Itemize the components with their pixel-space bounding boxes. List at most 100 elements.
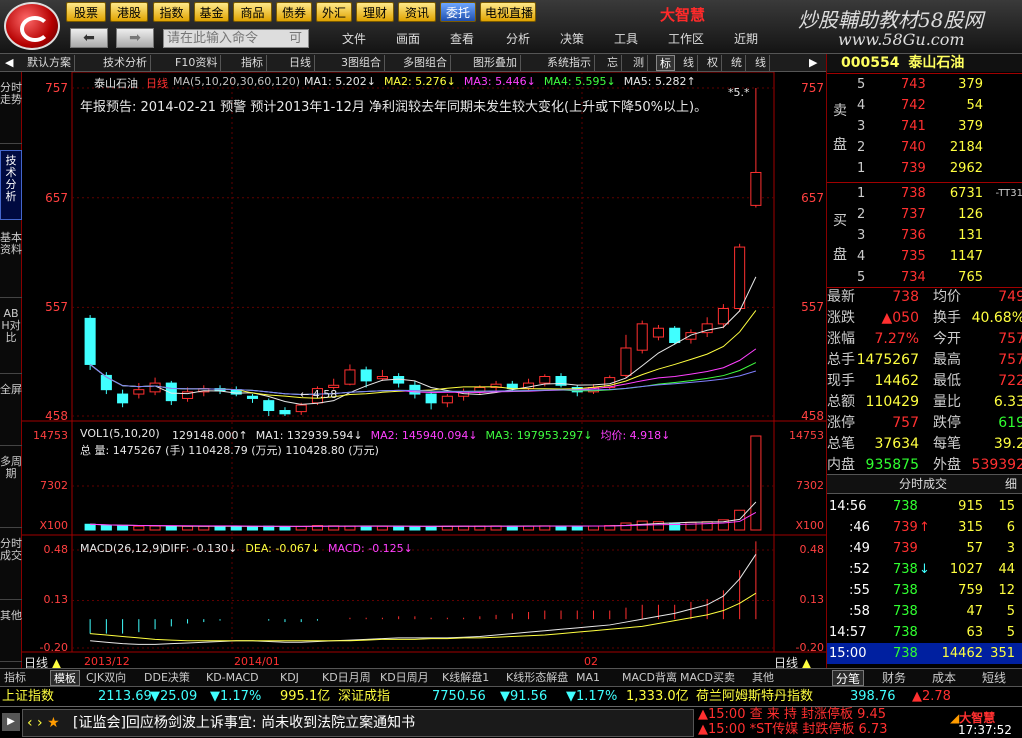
price-axis-label-left: 458	[45, 409, 68, 423]
chart-tool-button[interactable]: 权	[704, 55, 722, 71]
menu-item[interactable]: 决策	[560, 30, 584, 47]
legend-value: 129148.000↑	[172, 429, 248, 442]
chart-tool-button[interactable]: 忘	[604, 55, 622, 71]
menu-item[interactable]: 工作区	[668, 30, 704, 47]
indicator-tab[interactable]: K线解盘1	[442, 670, 489, 686]
chart-tool-button[interactable]: 线	[680, 55, 698, 71]
market-button[interactable]: 商品	[233, 2, 272, 22]
toolbar-scroll-left-icon[interactable]: ◀	[2, 55, 16, 71]
legend-value: MA5: 5.282↑	[623, 75, 696, 88]
menu-item[interactable]: 分析	[506, 30, 530, 47]
ask-row[interactable]: 5 743 379	[827, 75, 1022, 95]
kline-chart-area[interactable]: 泰山石油 日线 MA(5,10,20,30,60,120) MA1: 5.202…	[22, 72, 826, 670]
market-button[interactable]: 外汇	[316, 2, 352, 22]
market-button[interactable]: 基金	[194, 2, 229, 22]
chart-tool-button[interactable]: 默认方案	[24, 55, 75, 71]
bid-row[interactable]: 4 735 1147	[827, 247, 1022, 267]
indicator-tab[interactable]: 指标	[4, 670, 26, 686]
chart-tool-button[interactable]: 系统指示	[544, 55, 595, 71]
app-logo[interactable]	[4, 2, 60, 50]
view-tab[interactable]: 分时走势	[0, 78, 22, 144]
ask-row[interactable]: 3 741 379	[827, 117, 1022, 137]
indicator-tab[interactable]: KD日月周	[322, 670, 371, 686]
indicator-tab[interactable]: DDE决策	[144, 670, 190, 686]
view-tab[interactable]: 基本资料	[0, 228, 22, 298]
bid-row[interactable]: 1 738 6731 -TT31	[827, 184, 1022, 204]
quote-tab[interactable]: 财务	[882, 670, 906, 686]
bid-row[interactable]: 5 734 765	[827, 268, 1022, 288]
volume-bar	[750, 435, 762, 531]
quote-tab[interactable]: 分笔	[832, 670, 865, 686]
chart-tool-button[interactable]: 指标	[238, 55, 267, 71]
menu-item[interactable]: 画面	[396, 30, 420, 47]
indicator-tab[interactable]: MACD背离	[622, 670, 677, 686]
index-name[interactable]: 荷兰阿姆斯特丹指数	[696, 687, 813, 707]
view-tab[interactable]: 全屏	[0, 380, 22, 446]
quote-tab[interactable]: 成本	[932, 670, 956, 686]
menu-item[interactable]: 近期	[734, 30, 758, 47]
toolbar-scroll-right-icon[interactable]: ▶	[806, 55, 820, 71]
chart-tool-button[interactable]: 3图组合	[338, 55, 385, 71]
market-button[interactable]: 理财	[356, 2, 394, 22]
chart-tool-button[interactable]: 图形叠加	[470, 55, 521, 71]
indicator-tab[interactable]: MA1	[576, 670, 600, 686]
chart-tool-button[interactable]: 标	[656, 55, 675, 71]
candle-body	[734, 246, 746, 309]
indicator-tab[interactable]: KDJ	[280, 670, 299, 686]
indicator-tab[interactable]: MACD买卖	[680, 670, 735, 686]
volume-axis-label-right: 14753	[789, 429, 824, 442]
candle-body	[295, 404, 307, 413]
chart-tool-button[interactable]: 多图组合	[400, 55, 451, 71]
menu-item[interactable]: 工具	[614, 30, 638, 47]
ask-row[interactable]: 1 739 2962	[827, 159, 1022, 179]
bid-row[interactable]: 3 736 131	[827, 226, 1022, 246]
chart-tool-button[interactable]: F10资料	[172, 55, 222, 71]
market-button[interactable]: 委托	[440, 2, 476, 22]
news-bar: ▶ ‹ › ★ [证监会]回应杨剑波上诉事宜: 尚未收到法院立案通知书 ▲15:…	[0, 706, 1022, 738]
indicator-tab[interactable]: K线形态解盘	[506, 670, 568, 686]
view-tab[interactable]: ABH对比	[0, 304, 22, 374]
quote-tab[interactable]: 短线	[982, 670, 1006, 686]
tick-time: :58	[849, 604, 870, 619]
market-button[interactable]: 电视直播	[480, 2, 536, 22]
back-button[interactable]: ⬅	[70, 28, 108, 48]
market-button[interactable]: 资讯	[398, 2, 436, 22]
index-name[interactable]: 深证成指	[338, 687, 390, 707]
chart-tool-button[interactable]: 线	[752, 55, 770, 71]
chart-tool-button[interactable]: 日线	[286, 55, 315, 71]
view-tab[interactable]: 技术分析	[0, 150, 22, 220]
chart-tool-button[interactable]: 统	[728, 55, 746, 71]
market-button[interactable]: 债券	[276, 2, 312, 22]
view-tab[interactable]: 多周期	[0, 452, 22, 528]
quote-stat-row: 现手 14462 最低 722	[827, 371, 1022, 392]
index-name[interactable]: 上证指数	[2, 687, 54, 707]
indicator-tab[interactable]: 模板	[50, 670, 80, 686]
ask-row[interactable]: 4 742 54	[827, 96, 1022, 116]
legend-value: MA2: 5.276↓	[383, 75, 456, 88]
indicator-tab[interactable]: KD日周月	[380, 670, 429, 686]
menu-item[interactable]: 文件	[342, 30, 366, 47]
play-icon[interactable]: ▶	[2, 713, 20, 731]
stat-label: 涨幅	[827, 331, 855, 347]
bid-price: 734	[901, 270, 926, 285]
market-button[interactable]: 港股	[110, 2, 148, 22]
indicator-tab[interactable]: KD-MACD	[206, 670, 259, 686]
view-tab[interactable]: 分时成交	[0, 534, 22, 600]
command-input[interactable]: 请在此输入命令 可	[163, 29, 309, 48]
news-ticker[interactable]: ‹ › ★ [证监会]回应杨剑波上诉事宜: 尚未收到法院立案通知书	[22, 709, 694, 737]
ticks-detail-tab[interactable]: 细	[1005, 475, 1017, 493]
market-button[interactable]: 股票	[66, 2, 106, 22]
forward-button[interactable]: ➡	[116, 28, 154, 48]
chart-tool-button[interactable]: 测	[630, 55, 648, 71]
market-button[interactable]: 指数	[153, 2, 190, 22]
indicator-tab[interactable]: CJK双向	[86, 670, 126, 686]
menu-item[interactable]: 查看	[450, 30, 474, 47]
legend-value: MA1: 132939.594↓	[255, 429, 363, 442]
ask-row[interactable]: 2 740 2184	[827, 138, 1022, 158]
bid-row[interactable]: 2 737 126	[827, 205, 1022, 225]
stat-label: 涨停	[827, 415, 855, 431]
chart-tool-button[interactable]: 技术分析	[100, 55, 151, 71]
indicator-tab[interactable]: 其他	[752, 670, 774, 686]
view-tab[interactable]: 其他	[0, 606, 22, 662]
scroll-arrows-icon[interactable]: ‹ › ★	[27, 710, 60, 736]
